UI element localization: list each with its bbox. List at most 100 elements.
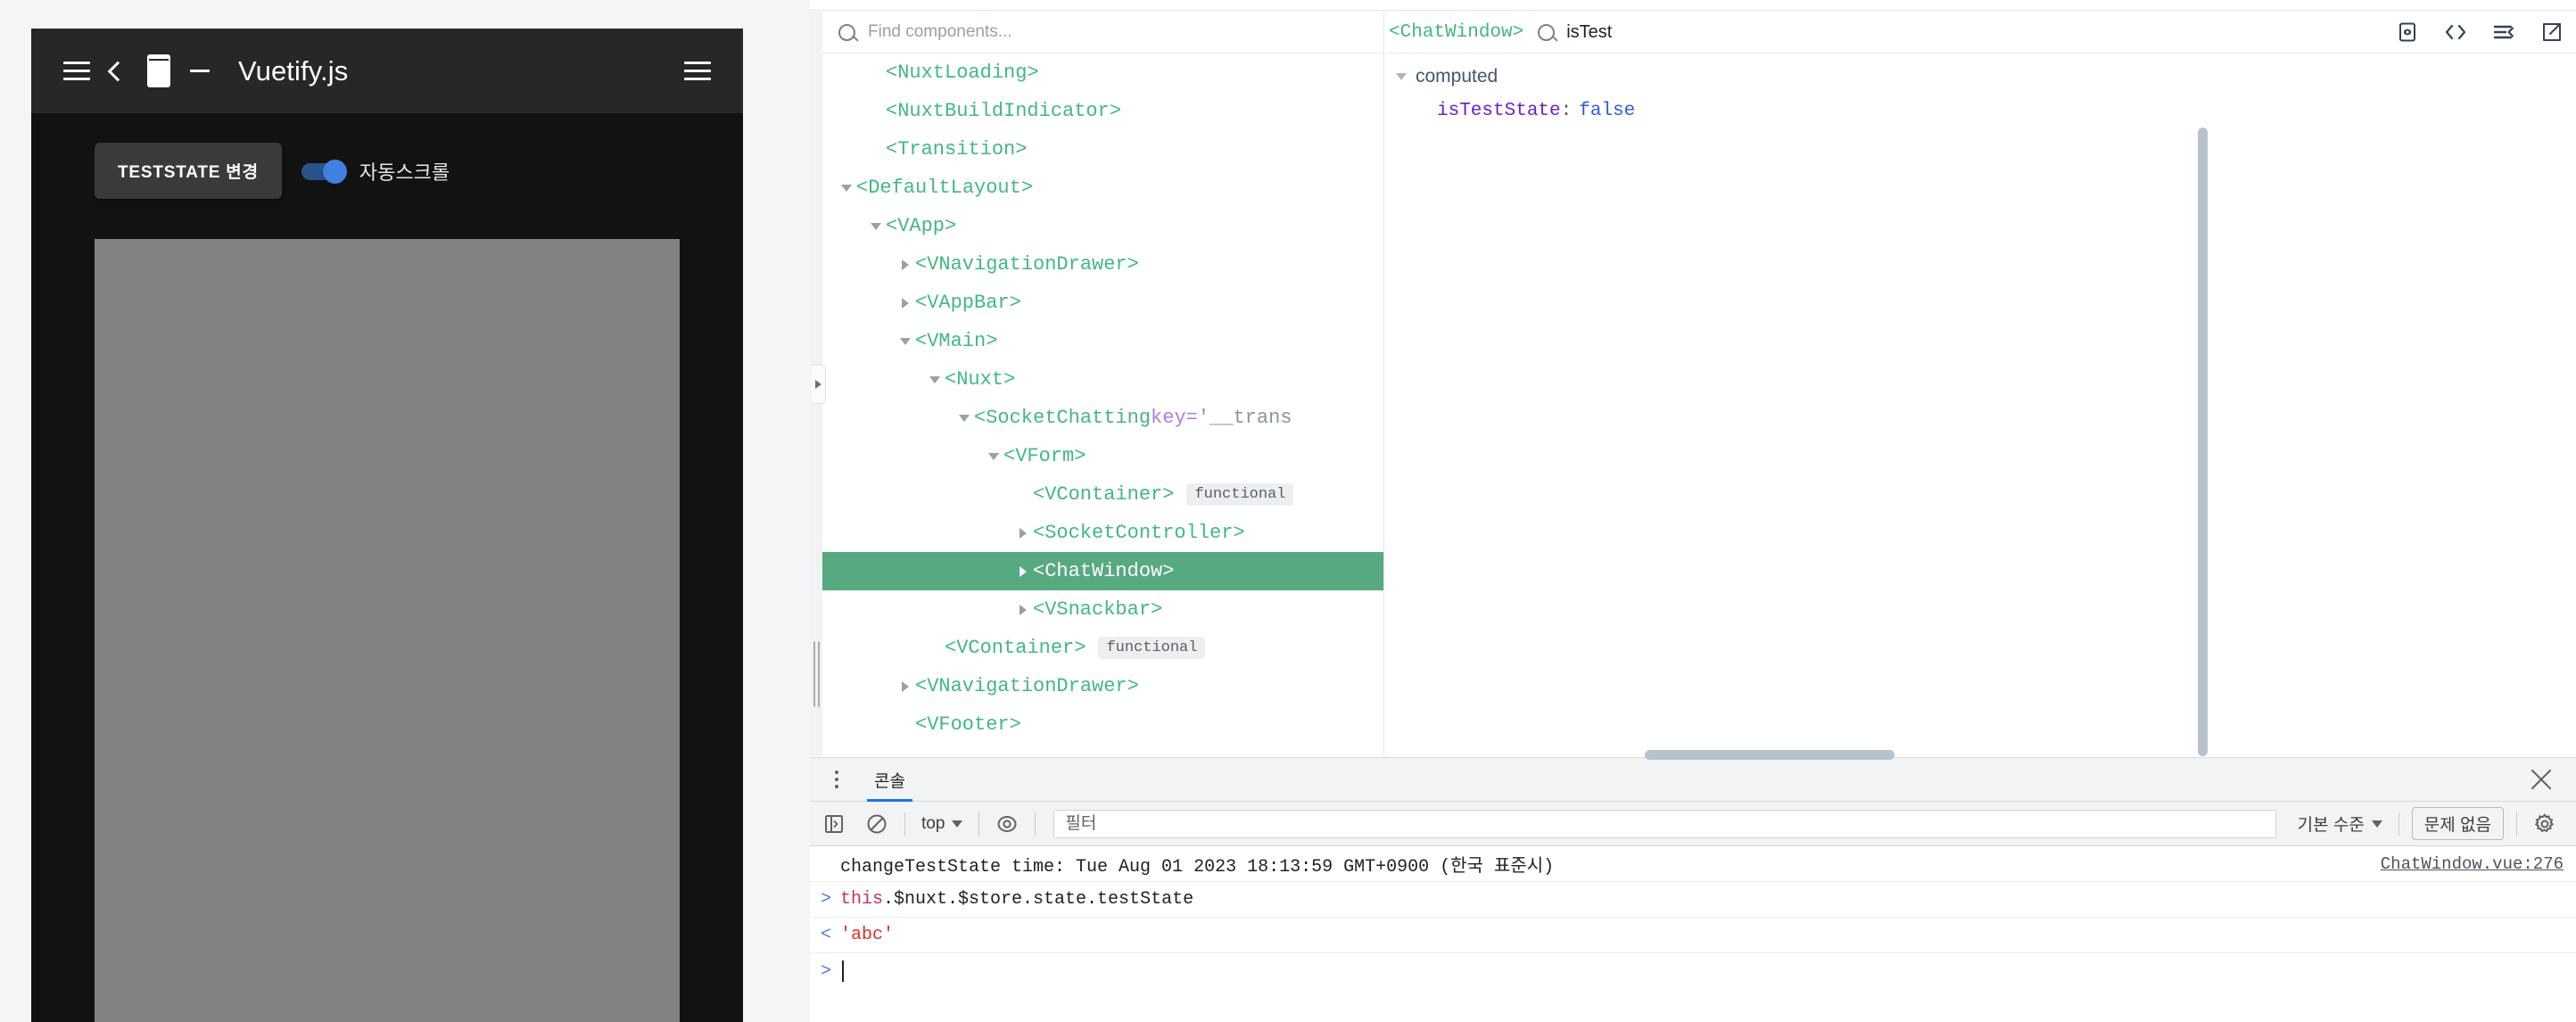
search-icon: [1538, 23, 1556, 41]
chevron-right-icon[interactable]: [896, 297, 915, 309]
console-log-row[interactable]: >: [810, 953, 2576, 989]
tree-row[interactable]: <Nuxt>: [822, 360, 1383, 399]
chevron-right-icon[interactable]: [896, 680, 915, 692]
device-frame: Vuetify.js TESTSTATE 변경 자동스크롤: [31, 29, 743, 1022]
tree-row-tag: <VApp>: [886, 215, 957, 237]
component-tree-panel: <NuxtLoading> <NuxtBuildIndicator> <Transi…: [822, 12, 2208, 760]
collapse-all-icon[interactable]: [2492, 21, 2515, 44]
tree-row[interactable]: <Transition>: [822, 130, 1383, 169]
tree-row-tag: <VSnackbar>: [1033, 598, 1163, 621]
chevron-down-icon[interactable]: [984, 452, 1003, 460]
console-log-row[interactable]: < 'abc': [810, 918, 2576, 953]
console-row-text: 'abc': [840, 925, 895, 945]
gear-icon[interactable]: [2530, 809, 2560, 839]
console-log-list[interactable]: changeTestState time: Tue Aug 01 2023 18…: [810, 846, 2576, 1022]
chevron-right-icon[interactable]: [896, 259, 915, 270]
tree-row[interactable]: <NuxtBuildIndicator>: [822, 92, 1383, 130]
tree-row-tag: <VContainer>: [945, 637, 1086, 659]
tree-row[interactable]: <SocketChatting key= '__trans: [822, 399, 1383, 437]
tree-row[interactable]: <VNavigationDrawer>: [822, 245, 1383, 284]
tree-row[interactable]: <VAppBar>: [822, 284, 1383, 322]
tab-console[interactable]: 콘솔: [862, 758, 918, 802]
chevron-down-icon[interactable]: [837, 184, 856, 192]
tree-row[interactable]: <VApp>: [822, 207, 1383, 245]
tree-row-tag: <ChatWindow>: [1033, 560, 1175, 582]
tree-row-tag: <VNavigationDrawer>: [915, 675, 1139, 697]
console-log-row[interactable]: changeTestState time: Tue Aug 01 2023 18…: [810, 846, 2576, 882]
chevron-right-icon[interactable]: [1013, 527, 1033, 539]
chevron-down-icon[interactable]: [896, 337, 915, 345]
tree-row-tag: <VFooter>: [915, 713, 1021, 733]
inspector-property-row[interactable]: isTestState: false: [1385, 93, 2576, 128]
autoscroll-switch[interactable]: [301, 159, 348, 184]
component-tree-list[interactable]: <NuxtLoading> <NuxtBuildIndicator> <Transi…: [822, 54, 1383, 733]
tree-row[interactable]: <VMain>: [822, 322, 1383, 360]
open-external-icon[interactable]: [2540, 21, 2564, 44]
component-search-input[interactable]: [866, 21, 1330, 43]
tablet-icon[interactable]: [138, 51, 179, 92]
inspect-eye-icon[interactable]: [2396, 21, 2419, 44]
chevron-left-icon[interactable]: [97, 51, 138, 92]
console-row-text: this.$nuxt.$store.state.testState: [840, 889, 1194, 910]
tree-row-tag: <VContainer>: [1033, 483, 1175, 506]
inspector-group-label: computed: [1416, 66, 1499, 87]
console-filter-box[interactable]: [1053, 809, 2276, 838]
console-filter-input[interactable]: [1063, 812, 2266, 835]
console-row-gutter-icon: >: [821, 889, 832, 910]
tree-horizontal-scrollbar[interactable]: [1645, 750, 1895, 760]
tree-row-badge: functional: [1186, 483, 1294, 506]
console-log-level-selector[interactable]: 기본 수준: [2294, 812, 2386, 836]
console-issues-button[interactable]: 문제 없음: [2411, 807, 2504, 840]
tree-row-badge: functional: [1098, 637, 1206, 659]
inspector-search-group[interactable]: [1538, 21, 1887, 44]
tree-row-tag: <NuxtBuildIndicator>: [886, 100, 1122, 122]
teststate-change-button[interactable]: TESTSTATE 변경: [95, 143, 282, 199]
menu-icon[interactable]: [56, 51, 97, 92]
component-search-bar[interactable]: [822, 12, 1383, 54]
console-tab-bar: 콘솔: [810, 758, 2576, 802]
inspector-search-input[interactable]: [1565, 21, 1887, 44]
chevron-right-icon[interactable]: [1013, 565, 1033, 577]
chevron-right-icon[interactable]: [1013, 604, 1033, 615]
tree-row[interactable]: <VSnackbar>: [822, 590, 1383, 629]
inspector-body: computed isTestState: false: [1385, 54, 2576, 755]
autoscroll-toggle-group[interactable]: 자동스크롤: [301, 157, 450, 185]
tree-row[interactable]: <SocketController>: [822, 514, 1383, 552]
component-inspector-panel: <ChatWindow> isTest computed isTestState…: [1385, 12, 2576, 756]
chevron-down-icon[interactable]: [866, 222, 886, 230]
chevron-down-icon[interactable]: [954, 414, 974, 422]
menu-icon-right[interactable]: [677, 51, 718, 92]
chevron-down-icon[interactable]: [925, 375, 945, 383]
live-expression-icon[interactable]: [992, 809, 1022, 839]
tree-row[interactable]: <DefaultLayout>: [822, 169, 1383, 207]
console-toolbar: top 기본 수준 문제 없음: [810, 802, 2576, 846]
console-context-selector[interactable]: top: [918, 814, 966, 834]
chevron-right-icon: [815, 380, 822, 389]
tree-vertical-scrollbar[interactable]: [2198, 128, 2208, 756]
clear-console-icon[interactable]: [862, 809, 892, 839]
console-sidebar-toggle-icon[interactable]: [819, 809, 849, 839]
inspector-group-computed[interactable]: computed: [1385, 61, 2576, 93]
console-row-gutter-icon: >: [821, 960, 832, 982]
tree-row[interactable]: <VNavigationDrawer>: [822, 667, 1383, 705]
console-source-link[interactable]: ChatWindow.vue:276: [2381, 854, 2564, 874]
tree-row[interactable]: <VContainer> functional: [822, 629, 1383, 667]
tree-row-tag: <SocketController>: [1033, 522, 1245, 544]
console-log-row[interactable]: > this.$nuxt.$store.state.testState: [810, 882, 2576, 918]
tree-row[interactable]: <ChatWindow>: [822, 552, 1383, 590]
tree-row[interactable]: <NuxtLoading>: [822, 54, 1383, 92]
device-controls-row: TESTSTATE 변경 자동스크롤: [95, 143, 450, 199]
property-value[interactable]: false: [1579, 101, 1635, 121]
console-log-level-value: 기본 수준: [2297, 816, 2365, 835]
expand-sidebar-button[interactable]: [812, 365, 826, 404]
minus-icon[interactable]: [179, 51, 220, 92]
code-brackets-icon[interactable]: [2444, 21, 2467, 44]
close-icon[interactable]: [2528, 766, 2555, 793]
more-options-icon[interactable]: [817, 758, 856, 802]
tree-row[interactable]: <VContainer> functional: [822, 475, 1383, 514]
chat-window-placeholder: [95, 239, 680, 1022]
tree-row[interactable]: <VForm>: [822, 437, 1383, 475]
tree-row-tag: <VMain>: [915, 330, 998, 352]
tree-row[interactable]: <VFooter>: [822, 705, 1383, 733]
splitter-drag-handle[interactable]: [813, 641, 820, 707]
